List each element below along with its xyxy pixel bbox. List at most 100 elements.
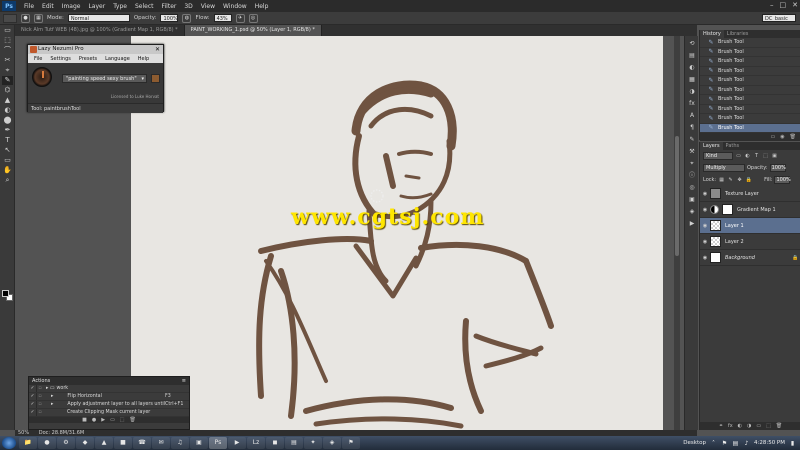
volume-icon[interactable]: ♪ bbox=[743, 440, 750, 447]
taskbar-app-icon[interactable]: ● bbox=[38, 437, 56, 449]
history-item[interactable]: ✎ Brush Tool bbox=[700, 86, 800, 95]
move-tool-icon[interactable]: ▭ bbox=[2, 26, 13, 35]
eye-icon[interactable]: ◉ bbox=[700, 223, 710, 229]
panel-menu-icon[interactable]: ≡ bbox=[182, 377, 186, 385]
history-item[interactable]: ✎ Brush Tool bbox=[700, 76, 800, 86]
eye-icon[interactable]: ◉ bbox=[700, 207, 710, 213]
lazy-menu-presets[interactable]: Presets bbox=[75, 56, 101, 62]
new-action-icon[interactable]: ⬚ bbox=[120, 417, 125, 423]
history-item[interactable]: ✎ Brush Tool bbox=[700, 48, 800, 57]
action-row[interactable]: ✓ ▫ ▸ ▭ work bbox=[29, 385, 189, 393]
libraries-icon[interactable]: ▤ bbox=[687, 51, 697, 60]
close-icon[interactable]: ✕ bbox=[792, 1, 798, 9]
chevron-up-icon[interactable]: ˄ bbox=[710, 440, 717, 447]
lock-all-icon[interactable]: 🔒 bbox=[745, 177, 752, 184]
trash-icon[interactable]: 🗑 bbox=[776, 422, 782, 430]
blend-mode-select[interactable]: Multiply bbox=[703, 164, 745, 172]
preset-select[interactable]: "painting speed sexy brush" ▾ bbox=[62, 74, 147, 83]
taskbar-app-icon[interactable]: ■ bbox=[114, 437, 132, 449]
document-tab[interactable]: PAINT_WORKING_1.psd @ 50% (Layer 1, RGB/… bbox=[184, 25, 322, 36]
layer-comps-icon[interactable]: ◈ bbox=[687, 207, 697, 216]
tab-paths[interactable]: Paths bbox=[723, 142, 743, 150]
pen-tool-icon[interactable]: ✒ bbox=[2, 126, 13, 135]
menu-item-3d[interactable]: 3D bbox=[180, 3, 196, 10]
layer-mask-thumbnail[interactable] bbox=[722, 204, 733, 215]
dialog-toggle-icon[interactable]: ▫ bbox=[36, 401, 43, 408]
new-layer-icon[interactable]: ⬚ bbox=[766, 422, 771, 430]
lock-pixels-icon[interactable]: ✎ bbox=[727, 177, 734, 184]
history-item[interactable]: ✎ Brush Tool bbox=[700, 67, 800, 76]
menu-item-window[interactable]: Window bbox=[219, 3, 251, 10]
brush-tool-icon[interactable]: ✎ bbox=[2, 76, 13, 85]
layer-thumbnail[interactable] bbox=[710, 236, 721, 247]
taskbar-app-icon[interactable]: 📁 bbox=[19, 437, 37, 449]
menu-item-filter[interactable]: Filter bbox=[158, 3, 181, 10]
paragraph-icon[interactable]: ¶ bbox=[687, 123, 697, 132]
history-item[interactable]: ✎ Brush Tool bbox=[700, 105, 800, 114]
crop-tool-icon[interactable]: ✂ bbox=[2, 56, 13, 65]
type-tool-icon[interactable]: T bbox=[2, 136, 13, 145]
mask-icon[interactable]: ◐ bbox=[738, 422, 742, 430]
layer-thumbnail[interactable] bbox=[710, 252, 721, 263]
actions-header[interactable]: Actions ≡ bbox=[29, 377, 189, 385]
layer-name[interactable]: Background bbox=[725, 255, 792, 261]
minimize-icon[interactable]: – bbox=[770, 1, 774, 9]
eye-icon[interactable]: ◉ bbox=[700, 191, 710, 197]
layer-row[interactable]: ◉ Layer 2 bbox=[700, 234, 800, 250]
menu-item-layer[interactable]: Layer bbox=[84, 3, 109, 10]
navigator-icon[interactable]: ⌖ bbox=[687, 159, 697, 168]
layer-row[interactable]: ◉ Texture Layer bbox=[700, 186, 800, 202]
taskbar-app-icon[interactable]: ▶ bbox=[228, 437, 246, 449]
layer-name[interactable]: Texture Layer bbox=[725, 191, 800, 197]
dodge-tool-icon[interactable]: ◐ bbox=[2, 106, 13, 115]
history-item[interactable]: ✎ Brush Tool bbox=[700, 123, 800, 133]
link-icon[interactable]: ⚭ bbox=[719, 422, 723, 430]
trash-icon[interactable]: 🗑 bbox=[790, 133, 796, 141]
menu-item-image[interactable]: Image bbox=[58, 3, 85, 10]
menu-item-view[interactable]: View bbox=[197, 3, 219, 10]
hand-tool-icon[interactable]: ✋ bbox=[2, 166, 13, 175]
adjustment-filter-icon[interactable]: ◐ bbox=[744, 153, 751, 160]
layer-thumbnail[interactable] bbox=[710, 220, 721, 231]
mode-select[interactable]: Normal bbox=[67, 14, 130, 22]
blur-tool-icon[interactable]: ⬤ bbox=[2, 116, 13, 125]
vertical-scroll-thumb[interactable] bbox=[675, 136, 679, 256]
healing-tool-icon[interactable]: ⌬ bbox=[2, 86, 13, 95]
group-icon[interactable]: ▭ bbox=[756, 422, 761, 430]
taskbar-app-icon[interactable]: ◼ bbox=[266, 437, 284, 449]
flag-icon[interactable]: ⚑ bbox=[721, 440, 728, 447]
swatches-icon[interactable]: ▦ bbox=[687, 75, 697, 84]
trash-icon[interactable]: 🗑 bbox=[130, 417, 136, 423]
lock-transparent-icon[interactable]: ▦ bbox=[718, 177, 725, 184]
document-canvas[interactable]: www.cgtsj.com bbox=[131, 36, 663, 430]
tab-libraries[interactable]: Libraries bbox=[724, 30, 752, 38]
eye-icon[interactable]: ◉ bbox=[700, 239, 710, 245]
new-set-icon[interactable]: ▭ bbox=[110, 417, 115, 423]
properties-icon[interactable]: ▣ bbox=[687, 195, 697, 204]
workspace-select[interactable]: DC_basic bbox=[762, 14, 796, 22]
flow-field[interactable]: 43% bbox=[213, 14, 232, 22]
lock-position-icon[interactable]: ✥ bbox=[736, 177, 743, 184]
taskbar-app-icon[interactable]: ▲ bbox=[95, 437, 113, 449]
record-icon[interactable]: ● bbox=[92, 417, 96, 423]
document-tab[interactable]: Nick Alm Tutf WEB (48).jpg @ 100% (Gradi… bbox=[15, 25, 185, 36]
smart-filter-icon[interactable]: ▣ bbox=[771, 153, 778, 160]
adjustments-icon[interactable]: ◑ bbox=[687, 87, 697, 96]
camera-icon[interactable]: ◉ bbox=[780, 133, 784, 141]
taskbar-app-icon[interactable]: ⚑ bbox=[342, 437, 360, 449]
taskbar-app-icon[interactable]: Ps bbox=[209, 437, 227, 449]
opacity-field[interactable]: 100% bbox=[160, 14, 179, 22]
action-row[interactable]: ✓ ▫ Create Clipping Mask current layer bbox=[29, 409, 189, 417]
channels-icon[interactable]: ◎ bbox=[687, 183, 697, 192]
marquee-tool-icon[interactable]: ⬚ bbox=[2, 36, 13, 45]
history-item[interactable]: ✎ Brush Tool bbox=[700, 114, 800, 124]
layer-name[interactable]: Layer 1 bbox=[725, 223, 800, 229]
pixel-filter-icon[interactable]: ▭ bbox=[735, 153, 742, 160]
adjustment-icon[interactable]: ◑ bbox=[747, 422, 751, 430]
zoom-tool-icon[interactable]: ⌕ bbox=[2, 176, 13, 185]
taskbar-app-icon[interactable]: Lz bbox=[247, 437, 265, 449]
pressure-opacity-icon[interactable]: ◍ bbox=[182, 13, 192, 23]
path-select-icon[interactable]: ↖ bbox=[2, 146, 13, 155]
start-button[interactable] bbox=[2, 437, 16, 449]
lazy-nezumi-titlebar[interactable]: Lazy Nezumi Pro ✕ bbox=[28, 45, 163, 54]
